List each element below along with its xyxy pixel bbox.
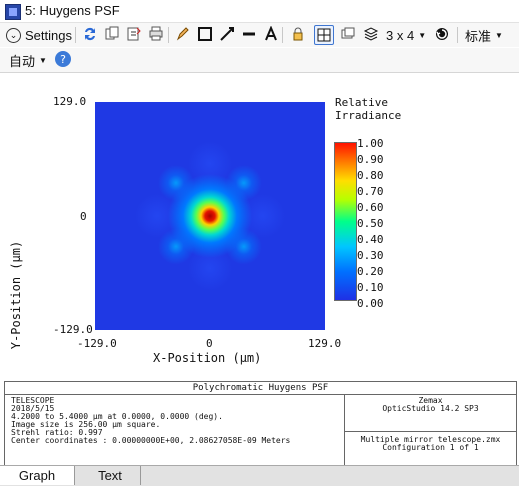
y-axis-label: Y-Position (μm)	[9, 240, 23, 350]
x-tick-right: 129.0	[308, 337, 342, 350]
psf-heatmap	[95, 102, 325, 330]
tab-text[interactable]: Text	[80, 466, 141, 485]
line-icon[interactable]	[240, 25, 258, 43]
chevron-down-icon: ▼	[418, 30, 427, 40]
svg-text:?: ?	[60, 53, 66, 66]
grid-icon[interactable]	[314, 25, 334, 45]
analysis-details: TELESCOPE 2018/5/15 4.2000 to 5.4000 μm …	[11, 397, 336, 445]
analysis-info-panel: Polychromatic Huygens PSF TELESCOPE 2018…	[4, 381, 517, 466]
colorbar-tick: 0.60	[357, 201, 384, 214]
toolbar-divider	[282, 27, 283, 43]
rectangle-icon[interactable]	[196, 25, 214, 43]
y-tick-top: 129.0	[53, 95, 87, 108]
irradiance-colorbar	[334, 142, 357, 301]
tab-graph[interactable]: Graph	[0, 466, 75, 485]
colorbar-tick: 0.80	[357, 169, 384, 182]
bottom-tab-bar: Graph Text	[0, 465, 519, 486]
window-title: 5: Huygens PSF	[25, 3, 120, 18]
colorbar-title: Relative Irradiance	[335, 96, 401, 122]
text-icon[interactable]	[262, 25, 280, 43]
arrow-icon[interactable]	[218, 25, 236, 43]
toolbar-divider	[75, 27, 76, 43]
detail-line: Center coordinates : 0.00000000E+00, 2.0…	[11, 436, 291, 445]
auto-dropdown[interactable]: 自动 ▼	[9, 50, 47, 70]
colorbar-tick: 0.70	[357, 185, 384, 198]
layout-dropdown[interactable]: 3 x 4 ▼	[386, 25, 426, 45]
help-icon[interactable]: ?	[54, 50, 72, 68]
pencil-icon[interactable]	[174, 25, 192, 43]
colorbar-tick: 0.30	[357, 249, 384, 262]
detail-line: TELESCOPE	[11, 396, 55, 405]
standard-dropdown[interactable]: 标准 ▼	[465, 25, 503, 45]
x-tick-mid: 0	[206, 337, 213, 350]
chevron-down-icon: ⌄	[6, 27, 21, 43]
toolbar-divider	[168, 27, 169, 43]
software-info: Zemax OpticStudio 14.2 SP3	[344, 394, 516, 432]
colorbar-tick: 1.00	[357, 137, 384, 150]
colorbar-tick: 0.40	[357, 233, 384, 246]
chevron-down-icon: ▼	[495, 30, 503, 40]
auto-label: 自动	[9, 53, 36, 69]
settings-label: Settings	[25, 27, 72, 43]
standard-label: 标准	[465, 28, 492, 44]
colorbar-tick: 0.10	[357, 281, 384, 294]
colorbar-title-line2: Irradiance	[335, 109, 402, 122]
plot-panel: Y-Position (μm) 129.0 0 -129.0 -129.0 0 …	[0, 73, 519, 379]
print-icon[interactable]	[147, 25, 165, 43]
secondary-toolbar: 自动 ▼ ?	[0, 48, 519, 73]
colorbar-tick: 0.20	[357, 265, 384, 278]
lock-icon[interactable]	[289, 25, 307, 43]
colorbar-title-line1: Relative	[335, 96, 388, 109]
colorbar-tick: 0.50	[357, 217, 384, 230]
x-tick-left: -129.0	[77, 337, 117, 350]
copy-icon[interactable]	[103, 25, 121, 43]
y-tick-mid: 0	[80, 210, 87, 223]
colorbar-tick: 0.90	[357, 153, 384, 166]
chevron-down-icon: ▼	[39, 55, 47, 65]
x-axis-label: X-Position (μm)	[153, 351, 262, 365]
stack-icon[interactable]	[362, 25, 380, 43]
file-info: Multiple mirror telescope.zmx Configurat…	[344, 432, 516, 465]
rotate-icon[interactable]	[433, 25, 451, 43]
software-line: OpticStudio 14.2 SP3	[382, 404, 479, 413]
export-icon[interactable]	[125, 25, 143, 43]
window-copy-icon[interactable]	[339, 25, 357, 43]
main-toolbar: ⌄ Settings 3 x 4 ▼ 标准 ▼	[0, 23, 519, 47]
layout-label: 3 x 4	[386, 27, 415, 43]
file-line: Configuration 1 of 1	[382, 443, 479, 452]
y-tick-bottom: -129.0	[53, 323, 93, 336]
y-axis-label-wrap: Y-Position (μm)	[8, 240, 24, 353]
colorbar-tick: 0.00	[357, 297, 384, 310]
settings-button[interactable]: ⌄ Settings	[6, 25, 72, 45]
refresh-icon[interactable]	[81, 25, 99, 43]
zemax-window-icon	[5, 4, 21, 20]
toolbar-divider	[457, 27, 458, 43]
title-bar: 5: Huygens PSF	[0, 0, 519, 23]
